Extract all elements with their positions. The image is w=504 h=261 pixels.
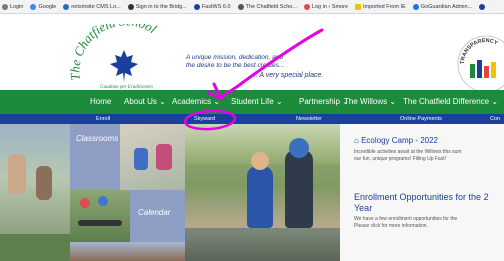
annotation-overlay xyxy=(183,28,324,131)
annotation-arrow-icon xyxy=(218,28,324,100)
annotation-arrowhead-icon xyxy=(206,82,223,101)
annotation-circle-icon xyxy=(183,109,237,131)
